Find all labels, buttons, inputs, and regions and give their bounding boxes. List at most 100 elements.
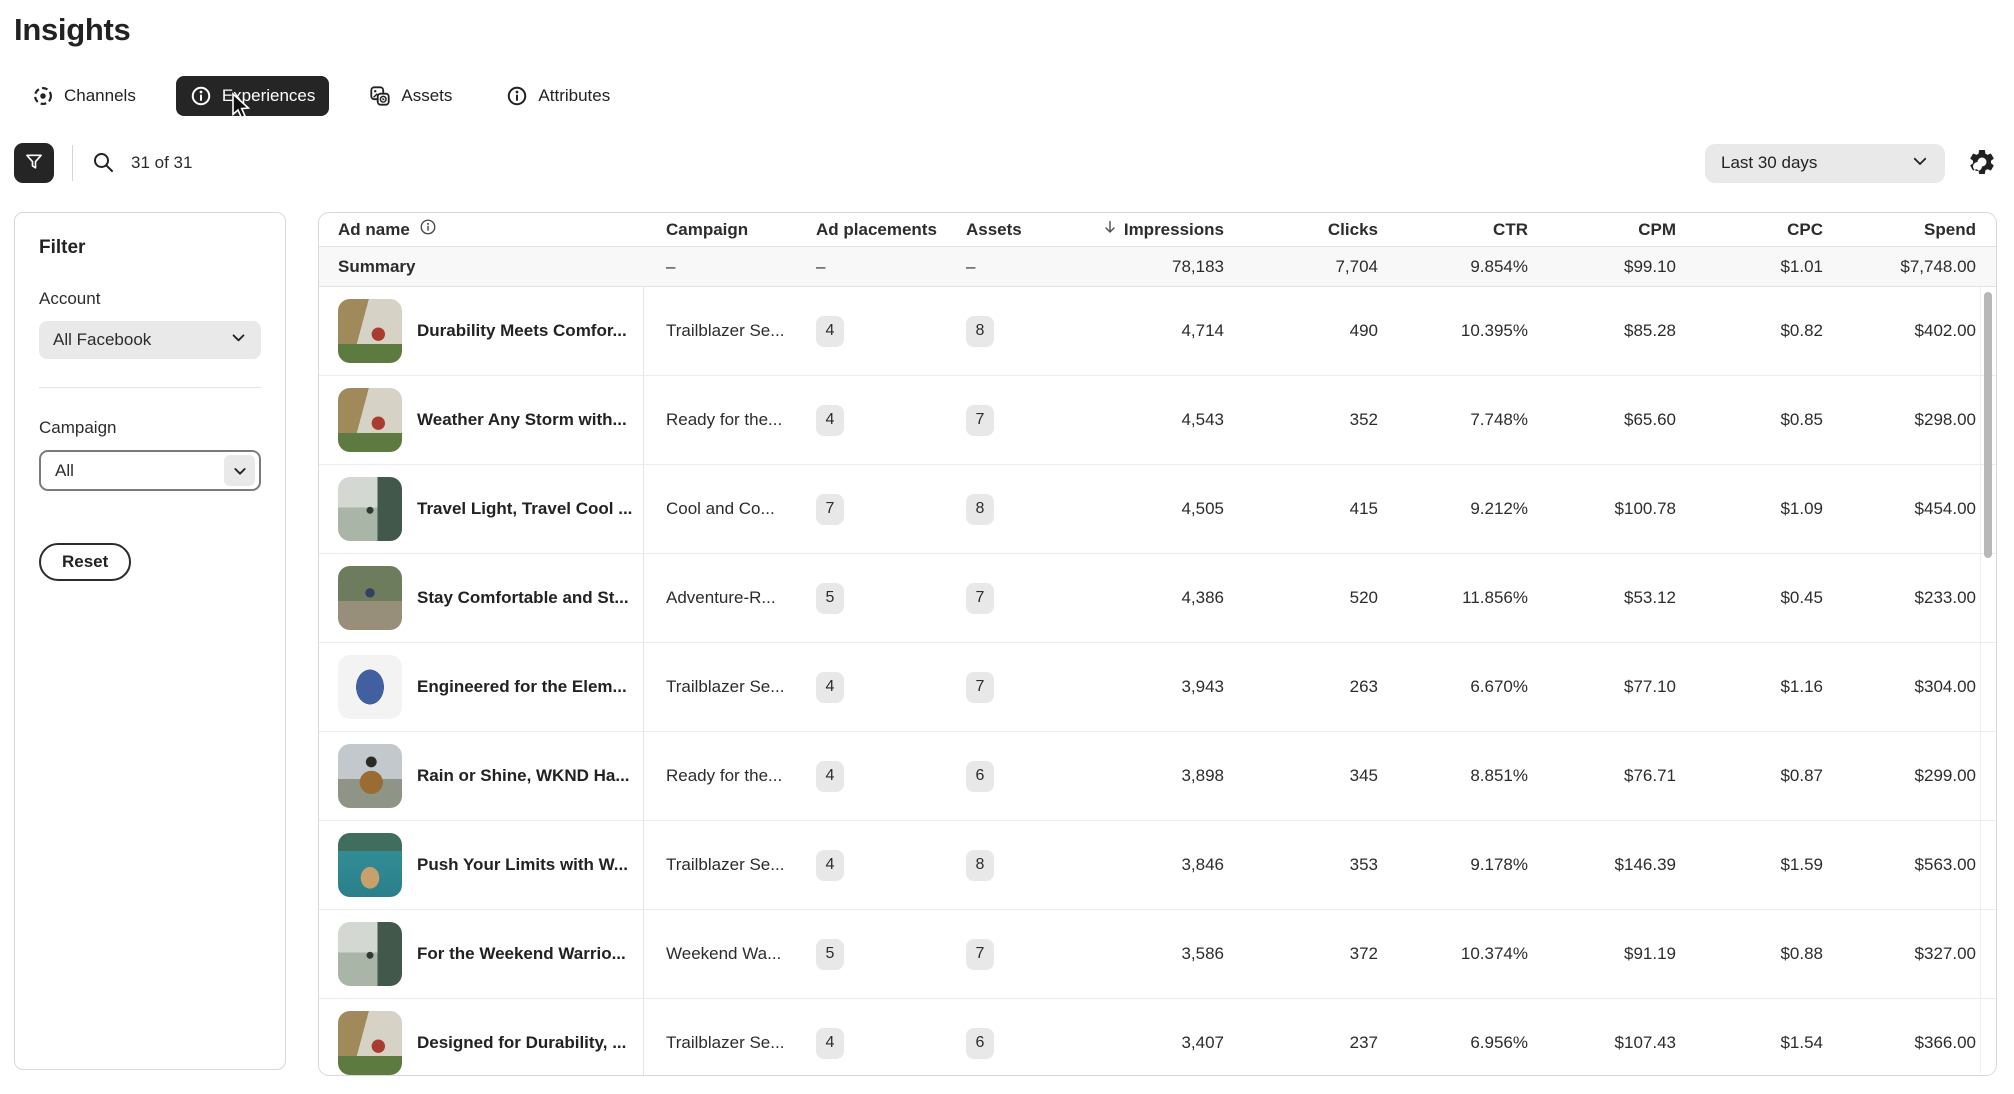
assets-cell: 6	[944, 1028, 1094, 1059]
info-icon[interactable]	[419, 218, 437, 241]
ad-name-cell: Engineered for the Elem...	[319, 643, 644, 731]
filter-toggle-button[interactable]	[14, 143, 54, 183]
campaign-select[interactable]: All	[39, 450, 261, 491]
result-count: 31 of 31	[131, 153, 192, 173]
tab-assets[interactable]: Assets	[355, 76, 466, 116]
tab-channels[interactable]: Channels	[18, 76, 150, 116]
column-header-ad-placements[interactable]: Ad placements	[794, 220, 944, 240]
column-header-cpm[interactable]: CPM	[1528, 220, 1676, 240]
summary-cpm: $99.10	[1528, 257, 1676, 277]
impressions-cell: 4,505	[1094, 499, 1224, 519]
column-label: Impressions	[1124, 220, 1224, 240]
clicks-cell: 352	[1224, 410, 1378, 430]
gear-icon	[1967, 147, 1997, 180]
reset-button[interactable]: Reset	[39, 543, 131, 581]
ad-name-cell: For the Weekend Warrio...	[319, 910, 644, 998]
summary-label: Summary	[319, 257, 644, 277]
campaign-cell: Trailblazer Se...	[644, 677, 794, 697]
column-header-ad-name[interactable]: Ad name	[319, 218, 644, 241]
column-header-ctr[interactable]: CTR	[1378, 220, 1528, 240]
placements-cell: 7	[794, 494, 944, 525]
column-header-campaign[interactable]: Campaign	[644, 220, 794, 240]
placements-badge: 4	[816, 1028, 844, 1059]
ad-name-text: Engineered for the Elem...	[417, 677, 627, 697]
table-row[interactable]: Rain or Shine, WKND Ha... Ready for the.…	[319, 732, 1996, 821]
placements-badge: 4	[816, 672, 844, 703]
assets-badge: 6	[966, 761, 994, 792]
column-header-cpc[interactable]: CPC	[1676, 220, 1823, 240]
table-row[interactable]: Weather Any Storm with... Ready for the.…	[319, 376, 1996, 465]
filter-panel: Filter Account All Facebook Campaign All…	[14, 212, 286, 1070]
cpm-cell: $85.28	[1528, 321, 1676, 341]
sort-descending-icon	[1102, 219, 1118, 240]
summary-cpc: $1.01	[1676, 257, 1823, 277]
column-header-clicks[interactable]: Clicks	[1224, 220, 1378, 240]
assets-cell: 6	[944, 761, 1094, 792]
settings-button[interactable]	[1967, 147, 1997, 180]
ctr-cell: 10.395%	[1378, 321, 1528, 341]
placements-cell: 4	[794, 672, 944, 703]
view-tabs: Channels Experiences Assets	[14, 76, 1997, 116]
placements-cell: 4	[794, 1028, 944, 1059]
clicks-cell: 372	[1224, 944, 1378, 964]
placements-cell: 5	[794, 583, 944, 614]
search-button[interactable]	[91, 150, 115, 177]
spend-cell: $327.00	[1823, 944, 1976, 964]
assets-cell: 7	[944, 672, 1094, 703]
impressions-cell: 3,586	[1094, 944, 1224, 964]
summary-ctr: 9.854%	[1378, 257, 1528, 277]
scrollbar-track	[1980, 287, 1981, 1074]
account-label: Account	[39, 289, 261, 309]
panel-divider	[39, 387, 261, 388]
column-header-assets[interactable]: Assets	[944, 220, 1094, 240]
table-row[interactable]: Durability Meets Comfor... Trailblazer S…	[319, 287, 1996, 376]
impressions-cell: 3,898	[1094, 766, 1224, 786]
account-select[interactable]: All Facebook	[39, 321, 261, 359]
impressions-cell: 3,943	[1094, 677, 1224, 697]
tab-experiences[interactable]: Experiences	[176, 76, 330, 116]
table-body: Durability Meets Comfor... Trailblazer S…	[319, 287, 1996, 1076]
chevron-down-icon	[1911, 152, 1929, 175]
cpm-cell: $91.19	[1528, 944, 1676, 964]
placements-badge: 5	[816, 939, 844, 970]
summary-row: Summary – – – 78,183 7,704 9.854% $99.10…	[319, 247, 1996, 287]
ad-thumbnail	[338, 1011, 402, 1075]
cpc-cell: $0.87	[1676, 766, 1823, 786]
assets-cell: 8	[944, 316, 1094, 347]
column-header-spend[interactable]: Spend	[1823, 220, 1976, 240]
ad-thumbnail	[338, 477, 402, 541]
placements-badge: 4	[816, 850, 844, 881]
table-row[interactable]: Travel Light, Travel Cool ... Cool and C…	[319, 465, 1996, 554]
chevron-down-icon	[230, 329, 247, 351]
scrollbar-thumb[interactable]	[1984, 292, 1992, 558]
cpm-cell: $65.60	[1528, 410, 1676, 430]
date-range-select[interactable]: Last 30 days	[1705, 144, 1945, 183]
placements-badge: 4	[816, 761, 844, 792]
ad-name-cell: Rain or Shine, WKND Ha...	[319, 732, 644, 820]
table-row[interactable]: Designed for Durability, ... Trailblazer…	[319, 999, 1996, 1076]
tab-attributes[interactable]: Attributes	[492, 76, 624, 116]
impressions-cell: 4,714	[1094, 321, 1224, 341]
cpm-cell: $107.43	[1528, 1033, 1676, 1053]
main-content: Filter Account All Facebook Campaign All…	[14, 212, 1997, 1076]
ad-thumbnail	[338, 922, 402, 986]
spend-cell: $366.00	[1823, 1033, 1976, 1053]
assets-cell: 8	[944, 494, 1094, 525]
ad-thumbnail	[338, 388, 402, 452]
assets-cell: 7	[944, 939, 1094, 970]
column-header-impressions[interactable]: Impressions	[1094, 219, 1224, 240]
assets-badge: 7	[966, 672, 994, 703]
filter-funnel-icon	[24, 152, 44, 175]
table-row[interactable]: Push Your Limits with W... Trailblazer S…	[319, 821, 1996, 910]
placements-cell: 4	[794, 761, 944, 792]
table-row[interactable]: For the Weekend Warrio... Weekend Wa... …	[319, 910, 1996, 999]
ad-name-cell: Stay Comfortable and St...	[319, 554, 644, 642]
table-row[interactable]: Stay Comfortable and St... Adventure-R..…	[319, 554, 1996, 643]
cpc-cell: $0.88	[1676, 944, 1823, 964]
tab-label: Attributes	[538, 86, 610, 106]
ad-name-text: Stay Comfortable and St...	[417, 588, 629, 608]
table-row[interactable]: Engineered for the Elem... Trailblazer S…	[319, 643, 1996, 732]
ctr-cell: 8.851%	[1378, 766, 1528, 786]
impressions-cell: 3,846	[1094, 855, 1224, 875]
summary-campaign: –	[644, 257, 794, 277]
